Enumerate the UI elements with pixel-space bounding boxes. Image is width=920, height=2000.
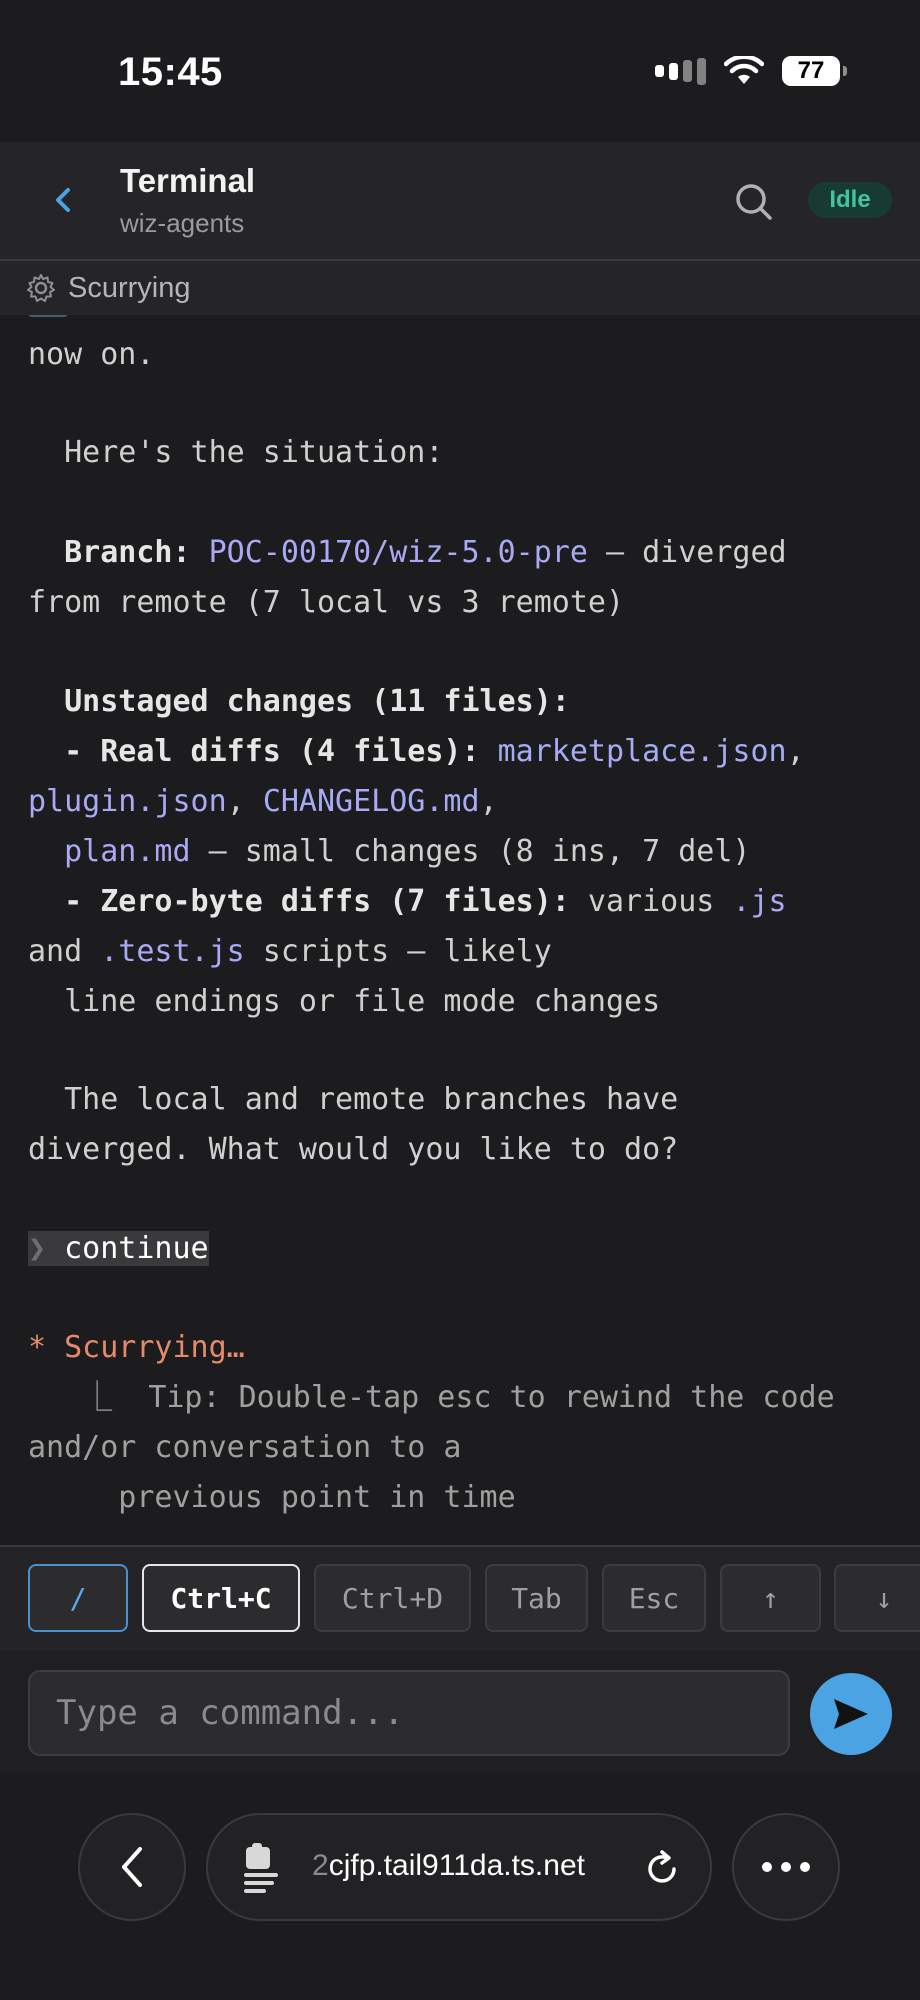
page-subtitle: wiz-agents <box>120 208 245 238</box>
status-bar: 15:45 77 <box>0 0 920 142</box>
terminal-line: and .test.js scripts — likely <box>28 934 552 969</box>
wifi-icon <box>724 56 764 84</box>
chevron-left-icon <box>122 1847 142 1887</box>
terminal-line: from remote (7 local vs 3 remote) <box>28 585 625 620</box>
send-icon <box>834 1699 868 1729</box>
terminal-line: Unstaged changes (11 files): <box>28 684 570 719</box>
cellular-signal-icon <box>655 57 706 85</box>
terminal-line: - Zero-byte diffs (7 files): various .js <box>28 884 787 919</box>
terminal-line: plan.md — small changes (8 ins, 7 del) <box>64 834 751 869</box>
slash-key-button[interactable]: / <box>28 1564 128 1632</box>
terminal-line: The local and remote branches have <box>28 1082 679 1117</box>
spinner-line: * Scurrying… <box>28 1330 245 1365</box>
tab-key-button[interactable]: Tab <box>485 1564 588 1632</box>
address-bar[interactable]: 2cjfp.tail911da.ts.net <box>206 1813 712 1921</box>
prompt-command: continue <box>46 1231 209 1266</box>
clock: 15:45 <box>118 50 223 94</box>
status-badge: Idle <box>808 182 892 218</box>
activity-indicator: Scurrying <box>0 261 920 315</box>
terminal-line: Here's the situation: <box>28 435 444 470</box>
more-dots-icon <box>762 1862 810 1872</box>
page-title: Terminal <box>120 162 256 199</box>
back-chevron-icon[interactable] <box>44 180 84 220</box>
tip-line: and/or conversation to a <box>28 1430 462 1465</box>
arrow-up-key-button[interactable]: ↑ <box>720 1564 821 1632</box>
search-icon[interactable] <box>732 180 774 222</box>
command-input[interactable] <box>28 1670 790 1756</box>
tip-corner-icon: ⎿ <box>28 1380 149 1415</box>
gear-icon <box>27 274 55 302</box>
esc-key-button[interactable]: Esc <box>602 1564 706 1632</box>
arrow-down-key-button[interactable]: ↓ <box>834 1564 920 1632</box>
terminal-line: now on. <box>28 337 155 372</box>
terminal-line: Branch: POC-00170/wiz-5.0-pre — diverged <box>28 535 787 570</box>
shortcut-key-bar: / Ctrl+C Ctrl+D Tab Esc ↑ ↓ <box>0 1545 920 1653</box>
url-text: 2cjfp.tail911da.ts.net <box>312 1849 585 1882</box>
reader-mode-icon <box>244 1843 278 1893</box>
tip-line: ⎿ Tip: Double-tap esc to rewind the code <box>28 1380 835 1415</box>
browser-toolbar: 2cjfp.tail911da.ts.net <box>0 1773 920 2000</box>
battery-icon: 77 <box>782 56 847 86</box>
tip-line: previous point in time <box>28 1480 516 1515</box>
more-options-button[interactable] <box>732 1813 840 1921</box>
spinner-star-icon: * <box>28 1330 47 1365</box>
prompt-line: ❯ continue <box>28 1229 209 1269</box>
terminal-line: plugin.json, CHANGELOG.md, <box>28 784 498 819</box>
send-button[interactable] <box>810 1673 892 1755</box>
partial-highlight <box>28 315 68 317</box>
command-bar <box>0 1651 920 1773</box>
prompt-chevron-icon: ❯ <box>28 1231 47 1266</box>
terminal-line: diverged. What would you like to do? <box>28 1132 679 1167</box>
status-icons: 77 <box>655 56 847 86</box>
terminal-output[interactable]: now on. Here's the situation: Branch: PO… <box>0 315 920 1545</box>
terminal-line: - Real diffs (4 files): marketplace.json… <box>28 734 805 769</box>
ctrl-d-key-button[interactable]: Ctrl+D <box>314 1564 471 1632</box>
app-header: Terminal wiz-agents Idle <box>0 142 920 261</box>
activity-label: Scurrying <box>68 271 191 304</box>
terminal-line: line endings or file mode changes <box>28 984 661 1019</box>
reload-icon[interactable] <box>642 1849 682 1889</box>
browser-back-button[interactable] <box>78 1813 186 1921</box>
ctrl-c-key-button[interactable]: Ctrl+C <box>142 1564 300 1632</box>
